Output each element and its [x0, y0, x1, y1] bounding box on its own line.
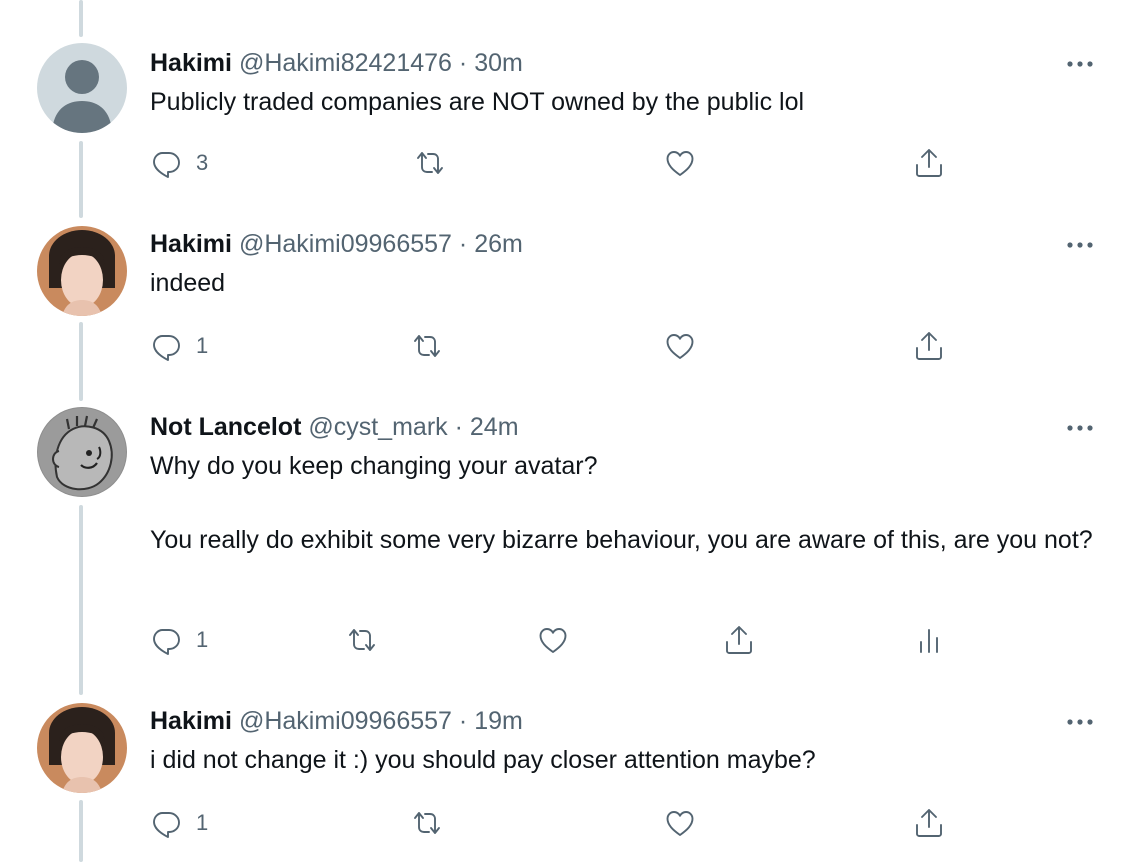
tweet-paragraph: You really do exhibit some very bizarre … — [150, 526, 1093, 554]
like-button[interactable] — [664, 326, 696, 366]
reply-button[interactable]: 3 — [150, 143, 208, 183]
like-icon — [666, 811, 694, 836]
avatar[interactable] — [37, 703, 127, 793]
reply-button[interactable]: 1 — [150, 620, 208, 660]
timestamp[interactable]: 30m — [474, 49, 523, 77]
separator: · — [458, 707, 468, 735]
more-icon — [1067, 719, 1093, 725]
retweet-button[interactable] — [346, 620, 378, 660]
thread-line — [79, 0, 83, 37]
timestamp[interactable]: 26m — [474, 230, 523, 258]
share-icon — [916, 809, 942, 837]
reply-icon — [153, 629, 180, 655]
share-button[interactable] — [913, 326, 945, 366]
display-name[interactable]: Hakimi — [150, 707, 232, 735]
cartoon-avatar-icon — [37, 407, 127, 497]
retweet-icon — [417, 152, 443, 174]
tweet-actions: 3 — [0, 143, 1140, 183]
avatar[interactable] — [37, 226, 127, 316]
like-button[interactable] — [537, 620, 569, 660]
separator: · — [454, 413, 463, 441]
avatar[interactable] — [37, 407, 127, 497]
reply-count: 3 — [196, 150, 209, 175]
tweet-text: Publicly traded companies are NOT owned … — [150, 84, 1100, 121]
reply-button[interactable]: 1 — [150, 803, 208, 843]
like-icon — [539, 628, 567, 653]
reply-count: 1 — [196, 333, 209, 358]
tweet-text: i did not change it :) you should pay cl… — [150, 742, 1100, 779]
tweet-paragraph: Publicly traded companies are NOT owned … — [150, 88, 805, 116]
tweet-header: Hakimi @Hakimi09966557 · 26m — [150, 229, 523, 259]
handle[interactable]: @cyst_mark — [308, 413, 447, 441]
display-name[interactable]: Hakimi — [150, 230, 232, 258]
reply-icon — [153, 812, 180, 838]
retweet-icon — [349, 629, 375, 651]
reply-count: 1 — [196, 810, 209, 835]
more-options-button[interactable] — [1062, 420, 1098, 436]
share-button[interactable] — [913, 803, 945, 843]
share-button[interactable] — [913, 143, 945, 183]
tweet-text: indeed — [150, 265, 1100, 302]
retweet-icon — [414, 335, 440, 357]
tweet-paragraph: i did not change it :) you should pay cl… — [150, 746, 816, 774]
display-name[interactable]: Not Lancelot — [150, 413, 301, 441]
face-avatar-icon — [37, 703, 127, 793]
reply-icon — [153, 152, 180, 178]
tweet-header: Hakimi @Hakimi09966557 · 19m — [150, 706, 523, 736]
like-icon — [666, 151, 694, 176]
like-button[interactable] — [664, 803, 696, 843]
tweet-text: Why do you keep changing your avatar? Yo… — [150, 448, 1100, 559]
tweet-actions: 1 — [0, 620, 1140, 660]
like-icon — [666, 334, 694, 359]
share-icon — [916, 332, 942, 360]
retweet-button[interactable] — [411, 326, 443, 366]
share-button[interactable] — [723, 620, 755, 660]
handle[interactable]: @Hakimi82421476 — [239, 49, 452, 77]
avatar[interactable] — [37, 43, 127, 133]
tweet-actions: 1 — [0, 326, 1140, 366]
tweet-header: Hakimi @Hakimi82421476 · 30m — [150, 48, 523, 78]
more-options-button[interactable] — [1062, 56, 1098, 72]
timestamp[interactable]: 24m — [470, 413, 519, 441]
handle[interactable]: @Hakimi09966557 — [239, 230, 452, 258]
reply-button[interactable]: 1 — [150, 326, 208, 366]
share-icon — [916, 149, 942, 177]
separator: · — [458, 49, 468, 77]
reply-icon — [153, 335, 180, 361]
more-icon — [1067, 242, 1093, 248]
retweet-button[interactable] — [414, 143, 446, 183]
tweet-actions: 1 — [0, 803, 1140, 843]
share-icon — [726, 626, 752, 654]
analytics-button[interactable] — [913, 620, 945, 660]
retweet-icon — [414, 812, 440, 834]
display-name[interactable]: Hakimi — [150, 49, 232, 77]
timestamp[interactable]: 19m — [474, 707, 523, 735]
more-options-button[interactable] — [1062, 714, 1098, 730]
thread-line — [79, 505, 83, 695]
retweet-button[interactable] — [411, 803, 443, 843]
tweet-paragraph: indeed — [150, 269, 226, 297]
tweet-paragraph: Why do you keep changing your avatar? — [150, 452, 598, 480]
handle[interactable]: @Hakimi09966557 — [239, 707, 452, 735]
default-avatar-icon — [37, 43, 127, 133]
like-button[interactable] — [664, 143, 696, 183]
face-avatar-icon — [37, 226, 127, 316]
tweet-header: Not Lancelot @cyst_mark · 24m — [150, 412, 519, 442]
more-icon — [1067, 425, 1093, 431]
analytics-icon — [920, 629, 938, 653]
more-icon — [1067, 61, 1093, 67]
reply-count: 1 — [196, 627, 209, 652]
more-options-button[interactable] — [1062, 237, 1098, 253]
separator: · — [458, 230, 468, 258]
